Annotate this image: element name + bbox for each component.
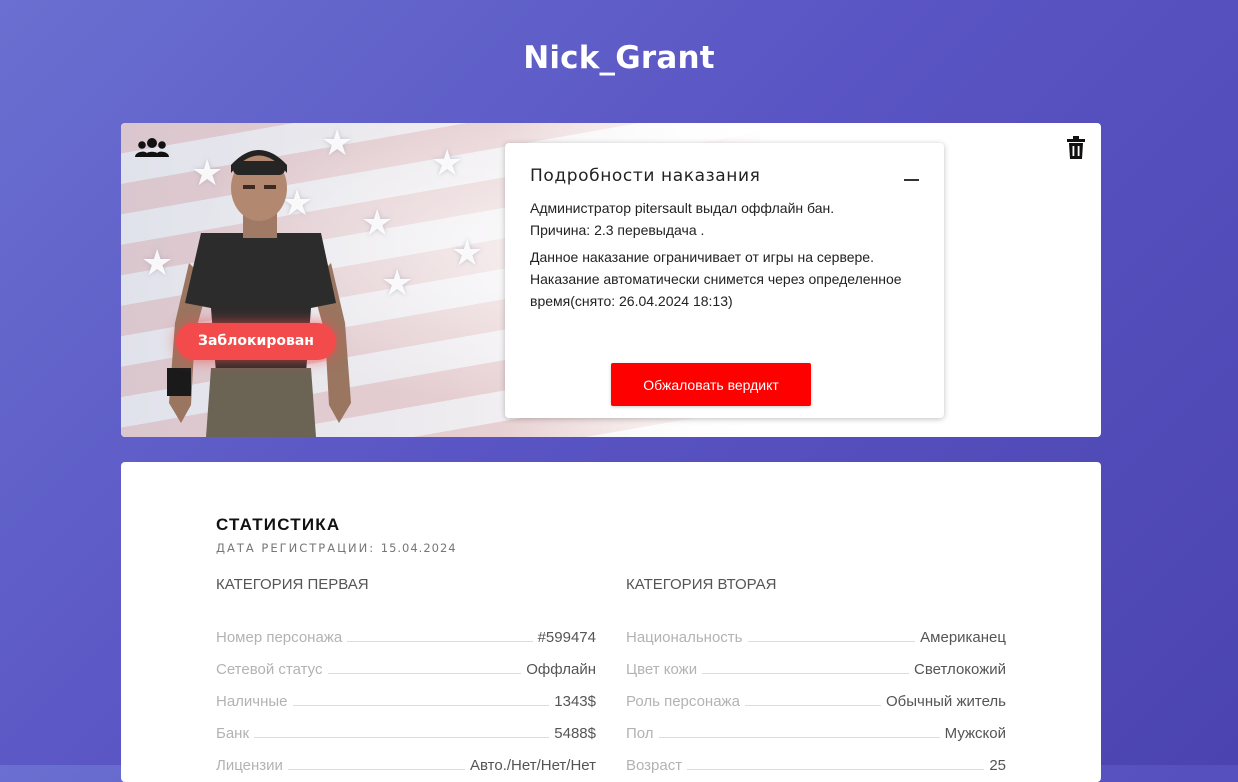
stat-value: Светлокожий xyxy=(914,661,1006,678)
leader-line xyxy=(347,640,533,642)
page-title: Nick_Grant xyxy=(523,40,715,76)
stat-row-gender: Пол Мужской xyxy=(626,710,1006,742)
stat-label: Пол xyxy=(626,725,654,742)
stat-row-character-number: Номер персонажа #599474 xyxy=(216,614,596,646)
stat-row-age: Возраст 25 xyxy=(626,742,1006,774)
stat-row-licenses: Лицензии Авто./Нет/Нет/Нет xyxy=(216,742,596,774)
registration-date-value: 15.04.2024 xyxy=(380,541,457,555)
leader-line xyxy=(287,768,465,770)
stat-value: Мужской xyxy=(944,725,1006,742)
character-avatar xyxy=(167,150,351,437)
stat-value: 1343$ xyxy=(554,693,596,710)
stat-value: Обычный житель xyxy=(886,693,1006,710)
stat-value: Американец xyxy=(920,629,1006,646)
collapse-button[interactable] xyxy=(904,171,920,187)
leader-line xyxy=(327,672,522,674)
punishment-admin-line: Администратор pitersault выдал оффлайн б… xyxy=(530,200,835,216)
stat-value: Авто./Нет/Нет/Нет xyxy=(470,757,596,774)
trash-icon[interactable] xyxy=(1065,136,1087,160)
leader-line xyxy=(747,640,916,642)
registration-date: ДАТА РЕГИСТРАЦИИ: 15.04.2024 xyxy=(216,541,457,555)
profile-card: ★ ★ ★ ★ ★ ★ ★ ★ Заблокирован Подробности… xyxy=(121,123,1101,437)
stat-label: Наличные xyxy=(216,693,288,710)
star-decoration: ★ xyxy=(361,203,394,244)
punishment-details-title: Подробности наказания xyxy=(530,166,761,186)
star-decoration: ★ xyxy=(381,263,414,304)
star-decoration: ★ xyxy=(451,233,484,274)
category-header: КАТЕГОРИЯ ПЕРВАЯ xyxy=(216,576,369,593)
stat-value: 5488$ xyxy=(554,725,596,742)
leader-line xyxy=(744,704,881,706)
registration-date-label: ДАТА РЕГИСТРАЦИИ: xyxy=(216,541,376,555)
punishment-details-panel: Подробности наказания Администратор pite… xyxy=(505,143,944,418)
stat-label: Национальность xyxy=(626,629,743,646)
stats-category-first: КАТЕГОРИЯ ПЕРВАЯ Номер персонажа #599474… xyxy=(216,576,596,774)
leader-line xyxy=(658,736,940,738)
stat-value: #599474 xyxy=(537,629,596,646)
category-header: КАТЕГОРИЯ ВТОРАЯ xyxy=(626,576,777,593)
punishment-reason-line: Причина: 2.3 перевыдача . xyxy=(530,222,705,238)
stat-label: Номер персонажа xyxy=(216,629,343,646)
stats-title: СТАТИСТИКА xyxy=(216,515,341,534)
star-decoration: ★ xyxy=(431,143,464,184)
stat-row-skin-color: Цвет кожи Светлокожий xyxy=(626,646,1006,678)
status-badge: Заблокирован xyxy=(176,323,336,360)
stat-value: Оффлайн xyxy=(526,661,596,678)
stat-row-network-status: Сетевой статус Оффлайн xyxy=(216,646,596,678)
stat-row-nationality: Национальность Американец xyxy=(626,614,1006,646)
stat-row-character-role: Роль персонажа Обычный житель xyxy=(626,678,1006,710)
stats-category-second: КАТЕГОРИЯ ВТОРАЯ Национальность Американ… xyxy=(626,576,1006,774)
leader-line xyxy=(292,704,550,706)
leader-line xyxy=(687,768,985,770)
stat-label: Возраст xyxy=(626,757,683,774)
leader-line xyxy=(702,672,910,674)
punishment-details-text: Администратор pitersault выдал оффлайн б… xyxy=(530,197,930,317)
stat-row-bank: Банк 5488$ xyxy=(216,710,596,742)
stat-label: Сетевой статус xyxy=(216,661,323,678)
stat-label: Цвет кожи xyxy=(626,661,698,678)
stat-value: 25 xyxy=(989,757,1006,774)
appeal-verdict-button[interactable]: Обжаловать вердикт xyxy=(611,363,811,406)
stat-label: Банк xyxy=(216,725,250,742)
stats-card: СТАТИСТИКА ДАТА РЕГИСТРАЦИИ: 15.04.2024 … xyxy=(121,462,1101,782)
punishment-description: Данное наказание ограничивает от игры на… xyxy=(530,249,902,309)
leader-line xyxy=(254,736,550,738)
stat-label: Роль персонажа xyxy=(626,693,740,710)
stat-label: Лицензии xyxy=(216,757,283,774)
stat-row-cash: Наличные 1343$ xyxy=(216,678,596,710)
